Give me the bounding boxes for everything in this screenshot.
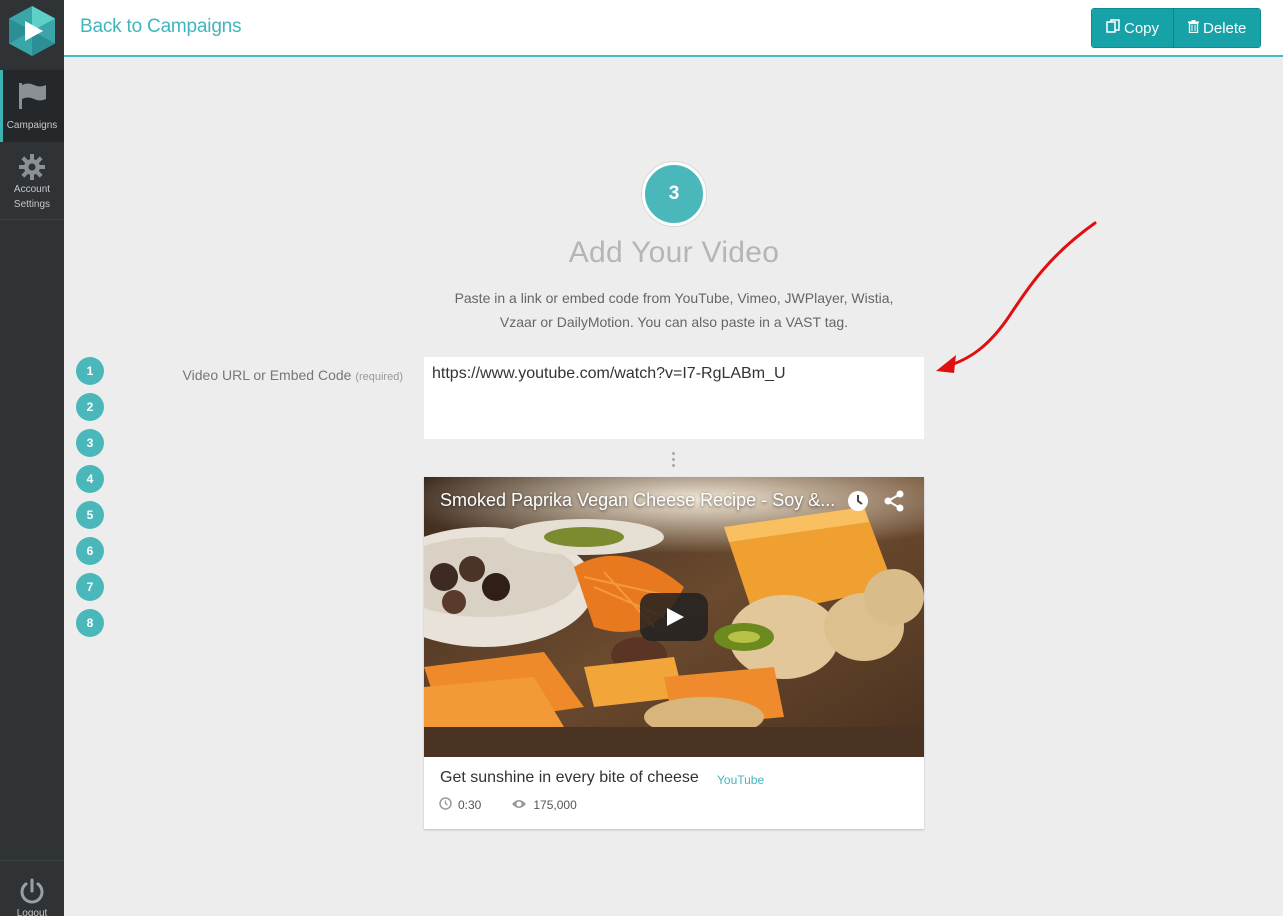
annotation-arrow: [936, 221, 1097, 373]
video-title: Get sunshine in every bite of cheese: [440, 769, 699, 786]
step-8-button[interactable]: 8: [76, 609, 104, 637]
step-navigator: 1 2 3 4 5 6 7 8: [76, 357, 104, 645]
video-url-label-text: Video URL or Embed Code: [182, 367, 352, 383]
app-logo[interactable]: [9, 6, 55, 56]
step-description-line-1: Paste in a link or embed code from YouTu…: [454, 290, 894, 306]
gear-icon: [19, 154, 45, 185]
step-4-button[interactable]: 4: [76, 465, 104, 493]
copy-icon: [1106, 19, 1120, 37]
delete-button[interactable]: Delete: [1173, 9, 1261, 47]
video-views-value: 175,000: [533, 798, 577, 812]
logout-label: Logout: [16, 908, 48, 916]
video-thumbnail[interactable]: Smoked Paprika Vegan Cheese Recipe - Soy…: [424, 477, 924, 757]
sidebar: Campaigns Account Settings Logout: [0, 0, 64, 916]
current-step-badge: 3: [642, 162, 706, 226]
play-button[interactable]: [640, 593, 708, 641]
video-source-badge: YouTube: [717, 773, 765, 787]
video-preview-card: Smoked Paprika Vegan Cheese Recipe - Soy…: [424, 477, 924, 829]
back-to-campaigns-link[interactable]: Back to Campaigns: [80, 16, 242, 38]
copy-button[interactable]: Copy: [1092, 9, 1174, 47]
sidebar-item-account-settings[interactable]: Account Settings: [0, 142, 64, 220]
required-hint: (required): [355, 371, 403, 383]
flag-icon: [18, 82, 48, 115]
sidebar-item-label: Campaigns: [6, 120, 58, 131]
step-description: Paste in a link or embed code from YouTu…: [424, 286, 924, 334]
clock-icon: [439, 797, 452, 813]
copy-label: Copy: [1124, 19, 1160, 37]
logout-button[interactable]: Logout: [0, 860, 64, 916]
video-meta: 0:30 175,000: [439, 797, 577, 813]
step-5-button[interactable]: 5: [76, 501, 104, 529]
video-duration: 0:30: [439, 797, 481, 813]
step-7-button[interactable]: 7: [76, 573, 104, 601]
video-views: 175,000: [511, 798, 577, 813]
eye-icon: [511, 798, 527, 813]
video-overlay-title[interactable]: Smoked Paprika Vegan Cheese Recipe - Soy…: [440, 490, 835, 511]
sidebar-item-campaigns[interactable]: Campaigns: [0, 70, 64, 142]
step-3-button[interactable]: 3: [76, 429, 104, 457]
sidebar-item-label: Account Settings: [13, 184, 51, 210]
video-url-input[interactable]: https://www.youtube.com/watch?v=I7-RgLAB…: [424, 357, 924, 439]
share-icon[interactable]: [883, 490, 905, 517]
top-header: Back to Campaigns Copy Delete: [64, 0, 1283, 57]
trash-icon: [1188, 19, 1200, 37]
action-button-group: Copy Delete: [1091, 8, 1262, 48]
step-description-line-2: Vzaar or DailyMotion. You can also paste…: [499, 314, 849, 330]
video-duration-value: 0:30: [458, 798, 482, 812]
step-1-button[interactable]: 1: [76, 357, 104, 385]
resize-handle[interactable]: [672, 452, 676, 470]
page-title: Add Your Video: [568, 236, 780, 269]
video-url-label: Video URL or Embed Code (required): [120, 367, 403, 383]
delete-label: Delete: [1203, 19, 1247, 37]
watch-later-icon[interactable]: [847, 490, 869, 517]
step-6-button[interactable]: 6: [76, 537, 104, 565]
step-2-button[interactable]: 2: [76, 393, 104, 421]
